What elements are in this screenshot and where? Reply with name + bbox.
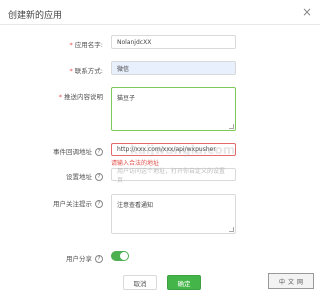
- follow-tip-label: 用户关注提示?: [53, 198, 103, 208]
- share-label: 用户分享?: [66, 253, 103, 263]
- required-mark: *: [69, 41, 73, 49]
- resize-handle[interactable]: [229, 227, 234, 232]
- create-app-dialog: 创建新的应用 × * 应用名字: NolanjdcXX * 联系方式: 微信 * 推送…: [0, 0, 320, 300]
- share-toggle[interactable]: [111, 251, 129, 261]
- header-divider: [0, 24, 320, 25]
- description-label: * 推送内容说明: [58, 93, 103, 101]
- help-icon[interactable]: ?: [95, 200, 103, 208]
- close-icon[interactable]: ×: [302, 5, 312, 19]
- stamp-logo: 中 文 网: [268, 273, 314, 289]
- settings-url-label: 设置地址?: [66, 171, 103, 181]
- help-icon[interactable]: ?: [95, 173, 103, 181]
- settings-url-input[interactable]: 用户访问这个地址，打开你自定义的设置页: [111, 168, 236, 184]
- app-name-input[interactable]: NolanjdcXX: [111, 35, 236, 49]
- help-icon[interactable]: ?: [95, 255, 103, 263]
- callback-label: 事件回调地址?: [53, 146, 103, 156]
- contact-label: * 联系方式:: [69, 67, 103, 75]
- app-name-label: * 应用名字:: [69, 41, 103, 49]
- resize-handle[interactable]: [229, 124, 234, 129]
- ok-button[interactable]: 确定: [167, 275, 201, 290]
- dialog-title: 创建新的应用: [8, 11, 63, 21]
- watermark: kaijwangla.com: [130, 143, 236, 157]
- follow-tip-textarea[interactable]: 注意查看通知: [111, 194, 236, 234]
- required-mark: *: [58, 93, 62, 101]
- description-text: 猫豆子: [117, 95, 136, 102]
- contact-input[interactable]: 微信: [111, 61, 236, 75]
- required-mark: *: [69, 67, 73, 75]
- follow-tip-text: 注意查看通知: [117, 202, 154, 209]
- cancel-button[interactable]: 取消: [123, 275, 157, 290]
- description-textarea[interactable]: 猫豆子: [111, 87, 236, 131]
- help-icon[interactable]: ?: [95, 148, 103, 156]
